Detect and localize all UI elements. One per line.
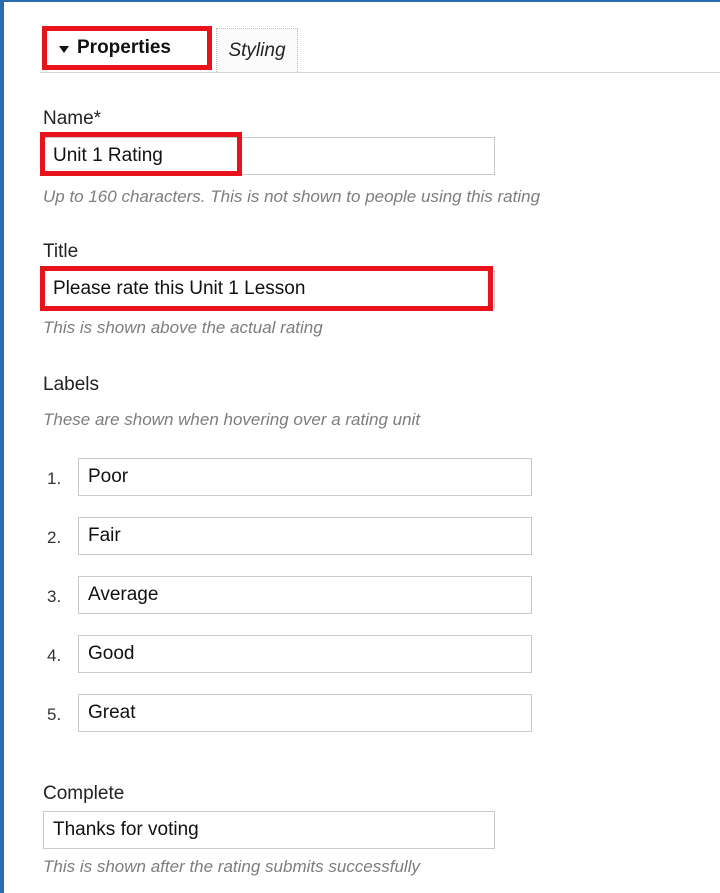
triangle-down-icon bbox=[59, 45, 69, 53]
label-number-4: 4. bbox=[47, 646, 62, 665]
label-number-5: 5. bbox=[47, 705, 62, 724]
title-label: Title bbox=[43, 241, 79, 262]
label-field-2[interactable] bbox=[78, 517, 532, 555]
label-number-3: 3. bbox=[47, 587, 62, 606]
label-number-1: 1. bbox=[47, 469, 62, 488]
title-hint: This is shown above the actual rating bbox=[43, 318, 323, 337]
labels-hint: These are shown when hovering over a rat… bbox=[43, 410, 421, 429]
label-field-5[interactable] bbox=[78, 694, 532, 732]
name-label: Name* bbox=[43, 108, 102, 129]
label-field-3[interactable] bbox=[78, 576, 532, 614]
complete-label: Complete bbox=[43, 783, 125, 804]
tab-styling[interactable]: Styling bbox=[216, 28, 298, 72]
labels-heading: Labels bbox=[43, 374, 99, 395]
label-field-1[interactable] bbox=[78, 458, 532, 496]
tab-divider bbox=[40, 72, 720, 73]
panel-frame bbox=[0, 0, 720, 893]
tab-properties-label: Properties bbox=[77, 37, 171, 58]
tab-bar: Properties Styling bbox=[40, 22, 720, 74]
label-field-4[interactable] bbox=[78, 635, 532, 673]
complete-field[interactable] bbox=[43, 811, 495, 849]
complete-hint: This is shown after the rating submits s… bbox=[43, 857, 420, 876]
name-field[interactable] bbox=[43, 137, 495, 175]
name-hint: Up to 160 characters. This is not shown … bbox=[43, 187, 541, 206]
label-number-2: 2. bbox=[47, 528, 62, 547]
tab-styling-label: Styling bbox=[228, 39, 286, 61]
title-field[interactable] bbox=[43, 270, 495, 308]
tab-properties[interactable]: Properties bbox=[42, 26, 212, 70]
